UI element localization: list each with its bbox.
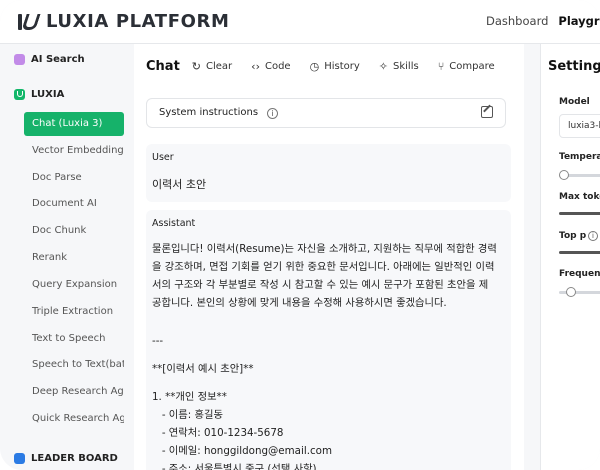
ai-search-icon xyxy=(14,54,25,65)
history-button[interactable]: ◷ History xyxy=(310,60,360,73)
model-select[interactable]: luxia3-llm xyxy=(559,114,600,138)
fork-icon: ⑂ xyxy=(437,59,445,73)
top-p-slider[interactable] xyxy=(559,251,600,254)
settings-title: Settings xyxy=(548,59,600,74)
temperature-label: Temperature xyxy=(559,152,600,162)
sidebar-section-ai-search[interactable]: AI Search xyxy=(14,54,85,65)
sidebar-item-doc-parse[interactable]: Doc Parse xyxy=(24,166,124,190)
sidebar-item-document-ai[interactable]: Document AI xyxy=(24,192,124,216)
sidebar-item-chat[interactable]: Chat (Luxia 3) xyxy=(24,112,124,136)
model-label: Model xyxy=(559,97,590,107)
leaderboard-icon xyxy=(14,453,25,464)
sidebar-item-triple-extraction[interactable]: Triple Extraction xyxy=(24,300,124,324)
clear-button[interactable]: ↻ Clear xyxy=(192,60,232,73)
assistant-message-body: 물론입니다! 이력서(Resume)는 자신을 소개하고, 지원하는 직무에 적… xyxy=(152,240,507,470)
skills-button[interactable]: ✧ Skills xyxy=(379,60,419,73)
code-icon: ‹› xyxy=(251,59,260,73)
luxia-icon xyxy=(14,89,25,100)
logo[interactable]: LUXIA PLATFORM xyxy=(18,11,229,32)
app-frame: LUXIA PLATFORM Dashboard Playground AI S… xyxy=(0,0,600,470)
compare-label: Compare xyxy=(449,60,495,72)
sidebar-item-query-expansion[interactable]: Query Expansion xyxy=(24,273,124,297)
sidebar: AI Search LUXIA Chat (Luxia 3) Vector Em… xyxy=(0,44,132,470)
max-tokens-slider[interactable] xyxy=(559,212,600,215)
paragraph-line: 공합니다. 본인의 상황에 맞게 내용을 수정해 사용하시면 좋겠습니다. xyxy=(152,297,447,309)
divider-text: --- xyxy=(152,335,164,347)
history-icon: ◷ xyxy=(309,59,320,73)
chat-title: Chat xyxy=(146,58,180,74)
message-role: Assistant xyxy=(152,218,196,229)
resume-heading: **[이력서 예시 초안]** xyxy=(152,363,254,375)
section-line: - 연락처: 010-1234-5678 xyxy=(152,427,284,439)
code-button[interactable]: ‹› Code xyxy=(251,60,290,73)
edit-icon[interactable] xyxy=(481,106,493,118)
top-bar: LUXIA PLATFORM Dashboard Playground xyxy=(0,0,600,44)
sidebar-item-vector-embedding[interactable]: Vector Embedding xyxy=(24,139,124,163)
settings-panel: Settings Model luxia3-llm Temperature Ma… xyxy=(540,44,600,470)
paragraph-line: 서의 구조와 각 부분별로 작성 시 참고할 수 있는 예시 문구가 포함된 초… xyxy=(152,279,489,291)
sidebar-section-label: LEADER BOARD xyxy=(31,453,118,464)
code-label: Code xyxy=(264,60,291,72)
system-instructions-label: System instructions xyxy=(159,107,259,118)
sidebar-section-leader-board[interactable]: LEADER BOARD xyxy=(14,453,118,464)
sidebar-section-label: LUXIA xyxy=(31,89,65,100)
skills-label: Skills xyxy=(393,60,419,72)
max-tokens-label: Max tokens xyxy=(559,192,600,202)
assistant-message: Assistant 물론입니다! 이력서(Resume)는 자신을 소개하고, … xyxy=(146,210,511,470)
clear-label: Clear xyxy=(206,60,233,72)
panel-gutter xyxy=(524,44,540,470)
chat-toolbar: Chat ↻ Clear ‹› Code ◷ History ✧ Skills ⑂ Com… xyxy=(134,44,524,88)
section-line: - 이메일: honggildong@email.com xyxy=(152,445,332,457)
sidebar-item-rerank[interactable]: Rerank xyxy=(24,246,124,270)
info-icon[interactable]: i xyxy=(588,231,598,241)
message-role: User xyxy=(152,152,174,163)
paragraph-line: 을 강조하며, 면접 기회를 얻기 위한 중요한 문서입니다. 아래에는 일반적… xyxy=(152,261,495,273)
sidebar-section-luxia[interactable]: LUXIA xyxy=(14,89,64,100)
sparkle-icon: ✧ xyxy=(378,59,388,73)
section-title: 1. **개인 정보** xyxy=(152,391,227,403)
luxia-logo-icon xyxy=(18,12,41,32)
sidebar-item-quick-research-agent[interactable]: Quick Research Agent xyxy=(24,407,124,431)
temperature-slider-knob[interactable] xyxy=(559,170,569,180)
nav-playground[interactable]: Playground xyxy=(558,14,600,28)
sidebar-item-deep-research-agent[interactable]: Deep Research Agent xyxy=(24,380,124,404)
paragraph-line: 물론입니다! 이력서(Resume)는 자신을 소개하고, 지원하는 직무에 적… xyxy=(152,243,497,255)
compare-button[interactable]: ⑂ Compare xyxy=(438,60,495,73)
user-message: User 이력서 초안 xyxy=(146,144,511,202)
nav-dashboard[interactable]: Dashboard xyxy=(486,14,548,28)
info-icon[interactable]: i xyxy=(267,108,278,119)
history-label: History xyxy=(324,60,360,72)
section-line: - 주소: 서울특별시 중구 (선택 사항) xyxy=(152,463,317,470)
sidebar-item-speech-to-text[interactable]: Speech to Text(batch) xyxy=(24,353,124,377)
frequency-penalty-label: Frequency penalty xyxy=(559,269,600,279)
chat-panel: Chat ↻ Clear ‹› Code ◷ History ✧ Skills ⑂ Com… xyxy=(134,44,524,470)
refresh-icon: ↻ xyxy=(191,59,202,73)
frequency-penalty-slider-knob[interactable] xyxy=(566,287,576,297)
sidebar-item-text-to-speech[interactable]: Text to Speech xyxy=(24,327,124,351)
sidebar-section-label: AI Search xyxy=(31,54,85,65)
message-text: 이력서 초안 xyxy=(152,178,207,191)
logo-text: LUXIA PLATFORM xyxy=(46,11,230,32)
top-p-label: Top p xyxy=(559,231,587,241)
sidebar-item-doc-chunk[interactable]: Doc Chunk xyxy=(24,219,124,243)
section-line: - 이름: 홍길동 xyxy=(152,409,223,421)
top-nav: Dashboard Playground xyxy=(486,14,600,28)
system-instructions-box[interactable]: System instructions i xyxy=(146,98,506,128)
